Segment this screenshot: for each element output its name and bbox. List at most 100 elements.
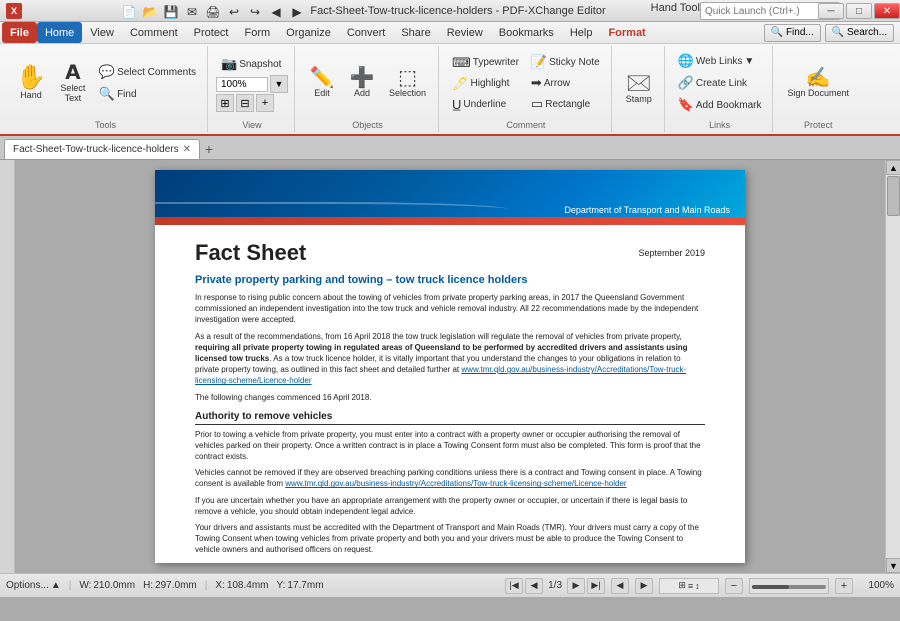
redo-button[interactable]: ↪ xyxy=(246,3,264,21)
select-text-icon: 𝗔 xyxy=(65,63,80,83)
highlight-button[interactable]: 🖊 Highlight xyxy=(447,74,524,94)
first-page-button[interactable]: |◀ xyxy=(505,578,523,594)
zoom-in-button[interactable]: + xyxy=(256,94,274,112)
zoom-fit-page-button[interactable]: ⊟ xyxy=(236,94,254,112)
create-link-button[interactable]: 🔗 Create Link xyxy=(673,73,767,93)
arrow-button[interactable]: ➡ Arrow xyxy=(526,73,605,93)
view-buttons: 📷 Snapshot 100% ▼ ⊞ ⊟ + xyxy=(216,48,288,118)
section1-para3: If you are uncertain whether you have an… xyxy=(195,495,705,517)
vertical-scrollbar: ▲ ▼ xyxy=(885,160,900,573)
snapshot-button[interactable]: 📷 Snapshot xyxy=(216,54,288,74)
typewriter-button[interactable]: ⌨ Typewriter xyxy=(447,53,524,73)
ribbon-content: ✋ Hand 𝗔 SelectText 💬 Select Comments xyxy=(0,44,900,134)
select-text-label: SelectText xyxy=(60,84,85,104)
ribbon-group-view: 📷 Snapshot 100% ▼ ⊞ ⊟ + xyxy=(210,46,295,132)
rectangle-button[interactable]: ▭ Rectangle xyxy=(526,94,605,114)
save-button[interactable]: 💾 xyxy=(162,3,180,21)
add-button[interactable]: ➕ Add xyxy=(343,64,381,103)
doc-tab-close[interactable]: ✕ xyxy=(183,144,191,155)
menu-bookmarks[interactable]: Bookmarks xyxy=(491,22,562,43)
stamp-buttons: 🖂 Stamp xyxy=(620,48,658,128)
options-chevron: ▲ xyxy=(51,580,61,591)
zoom-fill xyxy=(752,585,789,589)
hand-tool-button[interactable]: ✋ Hand xyxy=(10,62,52,105)
find-label: Find xyxy=(117,89,136,100)
menu-share[interactable]: Share xyxy=(393,22,438,43)
selection-button[interactable]: ⬚ Selection xyxy=(383,64,432,103)
stamp-button[interactable]: 🖂 Stamp xyxy=(620,68,658,109)
snapshot-label: Snapshot xyxy=(239,59,281,70)
zoom-track xyxy=(752,585,826,589)
find-button-ribbon[interactable]: 🔍 Find xyxy=(94,84,201,104)
select-comments-button[interactable]: 💬 Select Comments xyxy=(94,62,201,82)
find-button[interactable]: 🔍 Find... xyxy=(764,24,821,42)
forward-button[interactable]: ▶ xyxy=(288,3,306,21)
menu-comment[interactable]: Comment xyxy=(122,22,186,43)
menu-form[interactable]: Form xyxy=(237,22,279,43)
bookmark-icon: 🔖 xyxy=(678,97,694,113)
scroll-down-button[interactable]: ▼ xyxy=(886,558,900,573)
zoom-fit-width-button[interactable]: ⊞ xyxy=(216,94,234,112)
last-page-button[interactable]: ▶| xyxy=(587,578,605,594)
next-view-button[interactable]: ▶ xyxy=(635,578,653,594)
zoom-in-status-button[interactable]: + xyxy=(835,578,853,594)
document-tab[interactable]: Fact-Sheet-Tow-truck-licence-holders ✕ xyxy=(4,139,200,159)
web-links-button[interactable]: 🌐 Web Links ▼ xyxy=(673,51,767,71)
page-indicator: 1/3 xyxy=(545,580,565,591)
scroll-thumb[interactable] xyxy=(887,176,900,216)
add-bookmark-button[interactable]: 🔖 Add Bookmark xyxy=(673,95,767,115)
undo-button[interactable]: ↩ xyxy=(225,3,243,21)
zoom-out-button[interactable]: − xyxy=(725,578,743,594)
menu-review[interactable]: Review xyxy=(439,22,491,43)
list-icon: ≡ xyxy=(688,581,693,591)
search-all-button[interactable]: 🔍 Search... xyxy=(825,24,894,42)
menu-convert[interactable]: Convert xyxy=(339,22,394,43)
menu-view[interactable]: View xyxy=(82,22,122,43)
zoom-menu-button[interactable]: ▼ xyxy=(270,75,288,93)
fact-subtitle: Private property parking and towing – to… xyxy=(195,274,705,286)
sticky-note-label: Sticky Note xyxy=(549,57,600,68)
sign-label: Sign Document xyxy=(787,89,849,99)
select-text-button[interactable]: 𝗔 SelectText xyxy=(54,59,92,108)
scroll-up-button[interactable]: ▲ xyxy=(886,160,900,175)
menu-organize[interactable]: Organize xyxy=(278,22,339,43)
close-button[interactable]: ✕ xyxy=(874,3,900,19)
section1-para2: Vehicles cannot be removed if they are o… xyxy=(195,467,705,489)
prev-view-button[interactable]: ◀ xyxy=(611,578,629,594)
minimize-button[interactable]: ─ xyxy=(818,3,844,19)
status-right: |◀ ◀ 1/3 ▶ ▶| ◀ ▶ ⊞ ≡ ↕ − xyxy=(505,578,894,594)
ribbon-group-comment: ⌨ Typewriter 🖊 Highlight U̲ Underline xyxy=(441,46,612,132)
create-link-icon: 🔗 xyxy=(678,75,694,91)
back-button[interactable]: ◀ xyxy=(267,3,285,21)
comment-group-label: Comment xyxy=(506,118,545,130)
sticky-note-button[interactable]: 📝 Sticky Note xyxy=(526,52,605,72)
zoom-level-display: 100% xyxy=(859,580,894,591)
edit-label: Edit xyxy=(314,89,330,99)
options-item[interactable]: Options... ▲ xyxy=(6,580,61,591)
sign-document-button[interactable]: ✍ Sign Document xyxy=(781,64,855,103)
prev-page-button[interactable]: ◀ xyxy=(525,578,543,594)
menu-protect[interactable]: Protect xyxy=(186,22,237,43)
paragraph-1: In response to rising public concern abo… xyxy=(195,292,705,326)
zoom-display: 100% xyxy=(216,77,268,92)
print-button[interactable]: 🖨 xyxy=(204,3,222,21)
section1-para2-link[interactable]: www.tmr.qld.gov.au/business-industry/Acc… xyxy=(285,479,626,488)
next-page-button[interactable]: ▶ xyxy=(567,578,585,594)
arrow-label: Arrow xyxy=(544,78,570,89)
zoom-slider[interactable] xyxy=(749,578,829,594)
underline-button[interactable]: U̲ Underline xyxy=(447,95,524,114)
menu-format[interactable]: Format xyxy=(600,22,653,43)
scroll-track[interactable] xyxy=(886,175,900,558)
open-button[interactable]: 📂 xyxy=(141,3,159,21)
typewriter-icon: ⌨ xyxy=(452,55,471,71)
menu-home[interactable]: Home xyxy=(37,22,82,43)
edit-button[interactable]: ✏️ Edit xyxy=(303,64,341,103)
menu-help[interactable]: Help xyxy=(562,22,601,43)
maximize-button[interactable]: □ xyxy=(846,3,872,19)
view-group-label: View xyxy=(242,118,261,130)
sign-icon: ✍ xyxy=(806,68,831,88)
email-button[interactable]: ✉ xyxy=(183,3,201,21)
new-tab-button[interactable]: + xyxy=(200,140,218,158)
menu-file[interactable]: File xyxy=(2,22,37,43)
new-button[interactable]: 📄 xyxy=(120,3,138,21)
